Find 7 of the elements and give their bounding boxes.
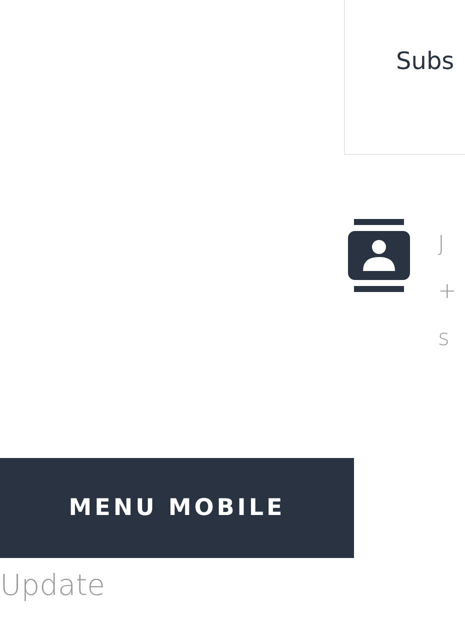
contact-line: + — [438, 278, 456, 306]
contact-line: J — [438, 231, 446, 259]
menu-mobile-button[interactable]: MENU MOBILE — [0, 458, 354, 558]
contact-card-icon — [348, 219, 410, 292]
contact-line: s — [438, 325, 450, 353]
update-text: Update — [0, 568, 106, 602]
subscribe-label: Subs — [396, 47, 454, 75]
